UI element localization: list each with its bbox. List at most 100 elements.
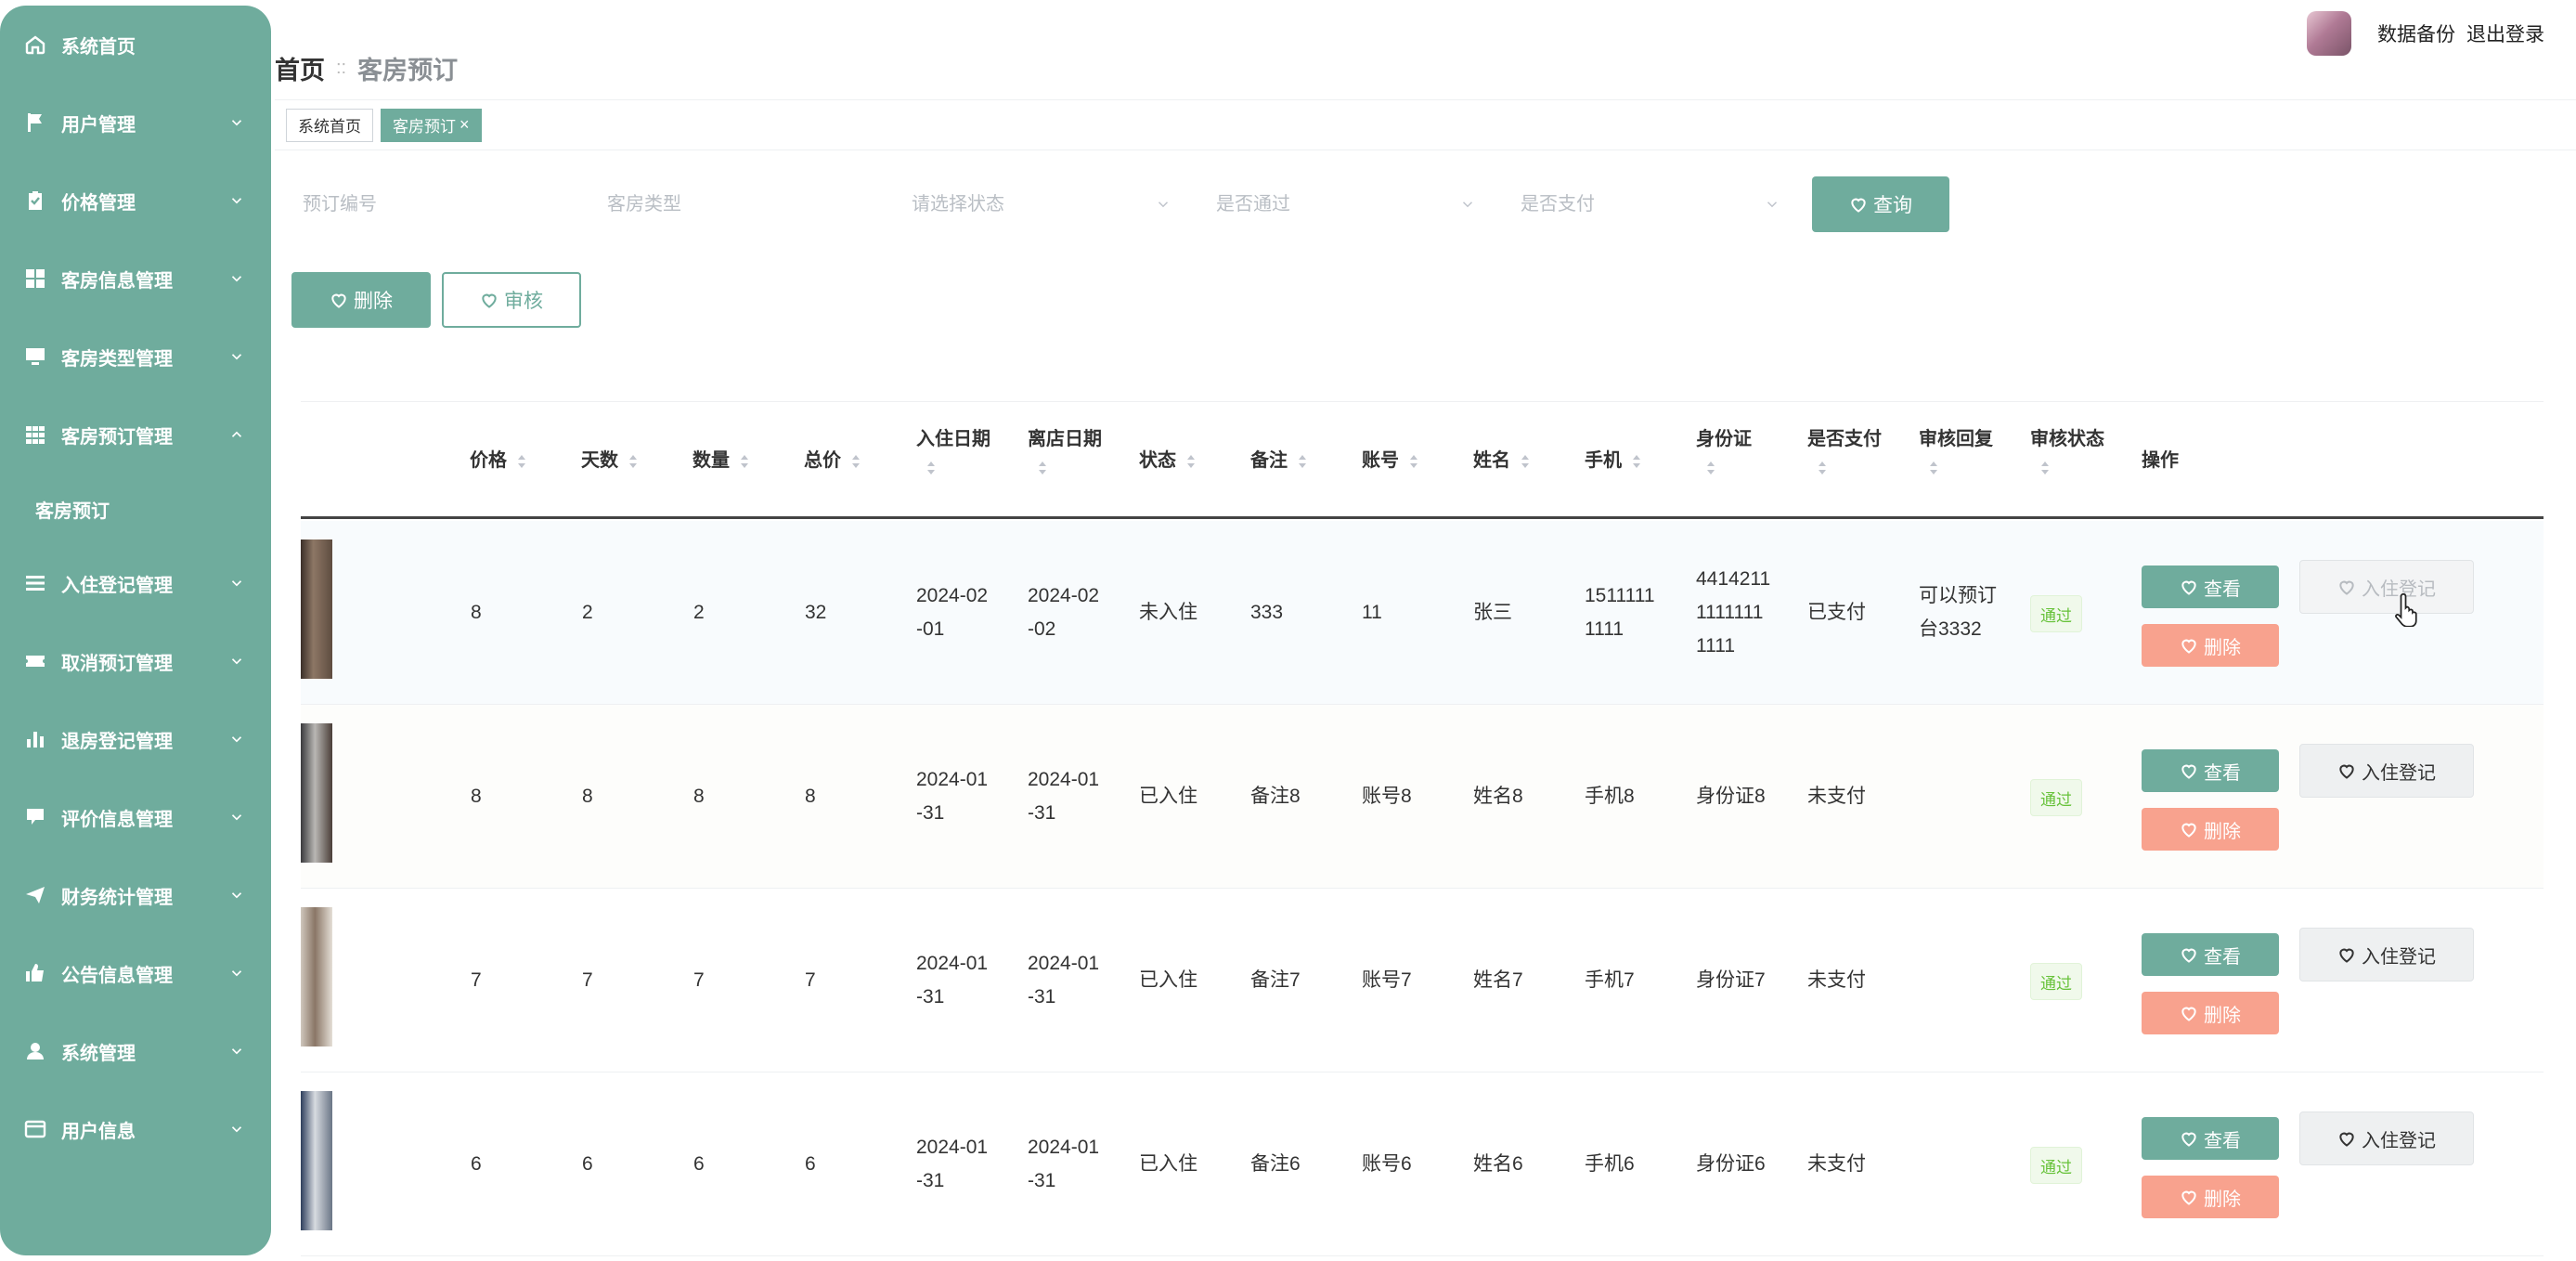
th-label: 天数: [581, 450, 618, 471]
sort-icon[interactable]: [1297, 453, 1308, 470]
data-backup-link[interactable]: 数据备份: [2377, 20, 2455, 47]
sort-icon[interactable]: [1928, 460, 1939, 476]
table-row[interactable]: 6 6 6 6 2024-01 -31 2024-01 -31 已入住 备注6 账号…: [301, 1072, 2544, 1256]
review-button[interactable]: 审核: [442, 272, 581, 328]
sort-icon[interactable]: [628, 453, 639, 470]
avatar[interactable]: [2307, 11, 2351, 56]
sort-icon[interactable]: [1185, 453, 1197, 470]
th-checkout-date[interactable]: 离店日期: [1028, 421, 1102, 476]
sidebar-item-price-management[interactable]: 价格管理: [0, 162, 271, 240]
th-name[interactable]: 姓名: [1473, 442, 1531, 479]
sidebar-item-home[interactable]: 系统首页: [0, 6, 271, 84]
th-account[interactable]: 账号: [1362, 442, 1419, 479]
sort-icon[interactable]: [1705, 460, 1716, 476]
cell-status: 已入住: [1139, 786, 1197, 807]
th-remark[interactable]: 备注: [1250, 442, 1308, 479]
status-badge: 通过: [2030, 779, 2082, 816]
room-type-input[interactable]: [607, 193, 873, 215]
query-button[interactable]: 查询: [1812, 176, 1949, 232]
th-review-status[interactable]: 审核状态: [2030, 421, 2104, 476]
table-row[interactable]: 7 7 7 7 2024-01 -31 2024-01 -31 已入住 备注7 账号…: [301, 889, 2544, 1072]
th-price[interactable]: 价格: [470, 442, 527, 479]
tag-room-booking[interactable]: 客房预订 ×: [381, 108, 482, 142]
sidebar-item-room-booking-management[interactable]: 客房预订管理: [0, 396, 271, 474]
sort-icon[interactable]: [850, 453, 861, 470]
th-checkin-date[interactable]: 入住日期: [916, 421, 990, 476]
room-thumbnail: [301, 907, 332, 1046]
sort-icon[interactable]: [1631, 453, 1642, 470]
approved-select-input[interactable]: [1216, 193, 1482, 215]
paid-select-input[interactable]: [1521, 193, 1786, 215]
sidebar-item-user-info[interactable]: 用户信息: [0, 1090, 271, 1168]
breadcrumb-home[interactable]: 首页: [275, 50, 325, 86]
cell-line: -31: [916, 1170, 945, 1191]
sidebar-item-checkout-management[interactable]: 退房登记管理: [0, 700, 271, 778]
checkin-button[interactable]: 入住登记: [2299, 1112, 2474, 1165]
cell-idcard: 4414211 1111111 1111: [1696, 563, 1770, 663]
sidebar-item-checkin-management[interactable]: 入住登记管理: [0, 544, 271, 622]
delete-button[interactable]: 删除: [2142, 1176, 2279, 1218]
cell-reply: 可以预订 台3332: [1919, 579, 1997, 646]
sort-icon[interactable]: [1520, 453, 1531, 470]
status-badge: 通过: [2030, 1147, 2082, 1184]
checkin-button[interactable]: 入住登记: [2299, 928, 2474, 982]
sort-icon[interactable]: [1037, 460, 1048, 476]
tag-home[interactable]: 系统首页: [286, 108, 373, 142]
sidebar-subitem-room-booking[interactable]: 客房预订: [0, 474, 271, 544]
delete-button[interactable]: 删除: [2142, 808, 2279, 851]
cell-line: 1111: [1585, 618, 1625, 640]
sidebar-item-user-management[interactable]: 用户管理: [0, 84, 271, 162]
chevron-down-icon: [231, 658, 242, 665]
view-button[interactable]: 查看: [2142, 1117, 2279, 1160]
room-type-field[interactable]: [594, 176, 873, 232]
delete-button[interactable]: 删除: [2142, 992, 2279, 1034]
cell-price: 7: [471, 969, 482, 991]
booking-table: 价格 天数 数量 总价 入住日期 离店日期 状态 备注 账号 姓名 手机 身份证…: [301, 401, 2544, 1261]
table-row[interactable]: 8 2 2 32 2024-02 -01 2024-02 -02 未入住 333 1…: [301, 521, 2544, 705]
booking-no-field[interactable]: [290, 176, 568, 232]
sidebar-item-room-type-management[interactable]: 客房类型管理: [0, 318, 271, 396]
sort-icon[interactable]: [739, 453, 750, 470]
table-row[interactable]: 8 8 8 8 2024-01 -31 2024-01 -31 已入住 备注8 账号…: [301, 705, 2544, 889]
status-select-input[interactable]: [912, 193, 1177, 215]
logout-link[interactable]: 退出登录: [2466, 20, 2544, 47]
sidebar-item-cancel-booking-management[interactable]: 取消预订管理: [0, 622, 271, 700]
close-icon[interactable]: ×: [460, 115, 470, 135]
view-button[interactable]: 查看: [2142, 933, 2279, 976]
th-reply[interactable]: 审核回复: [1919, 421, 1993, 476]
sort-icon[interactable]: [1408, 453, 1419, 470]
view-button[interactable]: 查看: [2142, 566, 2279, 608]
sort-icon[interactable]: [516, 453, 527, 470]
th-days[interactable]: 天数: [581, 442, 639, 479]
cell-line: 2024-01: [916, 1137, 989, 1158]
sort-icon[interactable]: [2039, 460, 2051, 476]
sidebar-item-review-management[interactable]: 评价信息管理: [0, 778, 271, 856]
sidebar-item-label: 系统管理: [61, 1043, 136, 1064]
bar-chart-icon: [22, 726, 48, 752]
sidebar-item-room-info-management[interactable]: 客房信息管理: [0, 240, 271, 318]
view-button[interactable]: 查看: [2142, 749, 2279, 792]
bulk-delete-button[interactable]: 删除: [291, 272, 431, 328]
sidebar-item-finance-management[interactable]: 财务统计管理: [0, 856, 271, 934]
checkin-button[interactable]: 入住登记: [2299, 744, 2474, 798]
th-phone[interactable]: 手机: [1585, 442, 1642, 479]
booking-no-input[interactable]: [303, 193, 568, 215]
th-total[interactable]: 总价: [804, 442, 861, 479]
th-idcard[interactable]: 身份证: [1696, 421, 1752, 476]
delete-button[interactable]: 删除: [2142, 624, 2279, 667]
cell-qty: 7: [693, 969, 705, 991]
th-qty[interactable]: 数量: [693, 442, 750, 479]
status-select[interactable]: [899, 176, 1177, 232]
sort-icon[interactable]: [1817, 460, 1828, 476]
approved-select[interactable]: [1203, 176, 1482, 232]
chevron-down-icon: [231, 814, 242, 821]
sidebar-item-system-management[interactable]: 系统管理: [0, 1012, 271, 1090]
th-paid[interactable]: 是否支付: [1807, 421, 1882, 476]
sidebar-item-notice-management[interactable]: 公告信息管理: [0, 934, 271, 1012]
sidebar: 系统首页 用户管理 价格管理 客房信息管理 客房类型管理 客房预订管理 客房预订…: [0, 6, 271, 1255]
paid-select[interactable]: [1508, 176, 1786, 232]
sort-icon[interactable]: [926, 460, 937, 476]
cell-status: 已入住: [1139, 969, 1197, 991]
th-status[interactable]: 状态: [1139, 442, 1197, 479]
checkin-button[interactable]: 入住登记: [2299, 560, 2474, 614]
